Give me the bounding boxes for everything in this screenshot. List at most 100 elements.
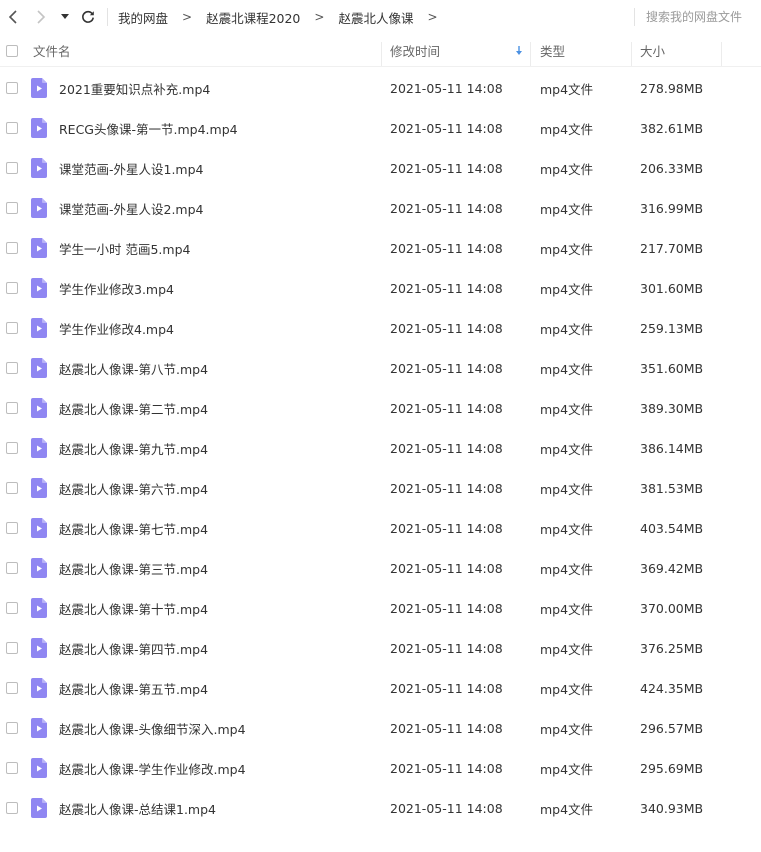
file-name[interactable]: 课堂范画-外星人设1.mp4 — [59, 148, 204, 188]
file-name[interactable]: RECG头像课-第一节.mp4.mp4 — [59, 108, 238, 148]
column-size-header[interactable]: 大小 — [640, 34, 665, 67]
file-size: 376.25MB — [640, 640, 704, 656]
file-name[interactable]: 赵震北人像课-总结课1.mp4 — [59, 788, 216, 828]
row-checkbox[interactable] — [6, 668, 18, 708]
row-checkbox[interactable] — [6, 548, 18, 588]
chevron-left-icon[interactable] — [3, 7, 23, 27]
row-checkbox[interactable] — [6, 708, 18, 748]
file-row[interactable]: 赵震北人像课-总结课1.mp4 2021-05-11 14:08 mp4文件 3… — [0, 788, 761, 828]
file-type: mp4文件 — [540, 241, 594, 257]
column-type-header[interactable]: 类型 — [540, 34, 565, 67]
video-file-icon — [31, 348, 47, 388]
row-checkbox[interactable] — [6, 228, 18, 268]
file-row[interactable]: 课堂范画-外星人设2.mp4 2021-05-11 14:08 mp4文件 31… — [0, 188, 761, 228]
row-checkbox[interactable] — [6, 748, 18, 788]
file-size: 278.98MB — [640, 80, 704, 96]
file-modified-time: 2021-05-11 14:08 — [390, 640, 503, 656]
file-row[interactable]: 赵震北人像课-第三节.mp4 2021-05-11 14:08 mp4文件 36… — [0, 548, 761, 588]
file-size: 370.00MB — [640, 600, 704, 616]
file-type: mp4文件 — [540, 81, 594, 97]
row-checkbox[interactable] — [6, 428, 18, 468]
arrow-down-icon[interactable] — [515, 34, 523, 67]
file-size: 382.61MB — [640, 120, 704, 136]
file-name[interactable]: 课堂范画-外星人设2.mp4 — [59, 188, 204, 228]
file-name[interactable]: 学生作业修改3.mp4 — [59, 268, 174, 308]
row-checkbox[interactable] — [6, 788, 18, 828]
file-row[interactable]: 赵震北人像课-第十节.mp4 2021-05-11 14:08 mp4文件 37… — [0, 588, 761, 628]
breadcrumb-item-root[interactable]: 我的网盘 — [118, 8, 168, 27]
file-row[interactable]: 课堂范画-外星人设1.mp4 2021-05-11 14:08 mp4文件 20… — [0, 148, 761, 188]
file-name[interactable]: 学生一小时 范画5.mp4 — [59, 228, 190, 268]
row-checkbox[interactable] — [6, 508, 18, 548]
file-row[interactable]: 学生一小时 范画5.mp4 2021-05-11 14:08 mp4文件 217… — [0, 228, 761, 268]
file-row[interactable]: 赵震北人像课-第五节.mp4 2021-05-11 14:08 mp4文件 42… — [0, 668, 761, 708]
file-name[interactable]: 赵震北人像课-第八节.mp4 — [59, 348, 208, 388]
row-checkbox[interactable] — [6, 308, 18, 348]
file-name[interactable]: 赵震北人像课-第九节.mp4 — [59, 428, 208, 468]
file-modified-time: 2021-05-11 14:08 — [390, 520, 503, 536]
file-row[interactable]: 赵震北人像课-第九节.mp4 2021-05-11 14:08 mp4文件 38… — [0, 428, 761, 468]
file-name[interactable]: 赵震北人像课-第二节.mp4 — [59, 388, 208, 428]
row-checkbox[interactable] — [6, 268, 18, 308]
file-type: mp4文件 — [540, 521, 594, 537]
file-type: mp4文件 — [540, 681, 594, 697]
row-checkbox[interactable] — [6, 108, 18, 148]
file-name[interactable]: 赵震北人像课-学生作业修改.mp4 — [59, 748, 246, 788]
file-size: 389.30MB — [640, 400, 704, 416]
refresh-icon[interactable] — [78, 7, 98, 27]
file-row[interactable]: 赵震北人像课-第八节.mp4 2021-05-11 14:08 mp4文件 35… — [0, 348, 761, 388]
file-row[interactable]: 赵震北人像课-第四节.mp4 2021-05-11 14:08 mp4文件 37… — [0, 628, 761, 668]
file-row[interactable]: 学生作业修改4.mp4 2021-05-11 14:08 mp4文件 259.1… — [0, 308, 761, 348]
file-modified-time: 2021-05-11 14:08 — [390, 240, 503, 256]
search-divider — [634, 8, 635, 26]
file-row[interactable]: 学生作业修改3.mp4 2021-05-11 14:08 mp4文件 301.6… — [0, 268, 761, 308]
video-file-icon — [31, 388, 47, 428]
row-checkbox[interactable] — [6, 68, 18, 108]
file-name[interactable]: 赵震北人像课-第十节.mp4 — [59, 588, 208, 628]
file-row[interactable]: 赵震北人像课-第七节.mp4 2021-05-11 14:08 mp4文件 40… — [0, 508, 761, 548]
caret-down-icon[interactable] — [57, 7, 73, 27]
row-checkbox[interactable] — [6, 468, 18, 508]
column-name-header[interactable]: 文件名 — [33, 34, 71, 67]
file-name[interactable]: 学生作业修改4.mp4 — [59, 308, 174, 348]
select-all-checkbox[interactable] — [6, 34, 18, 67]
file-size: 295.69MB — [640, 760, 704, 776]
file-name[interactable]: 赵震北人像课-第三节.mp4 — [59, 548, 208, 588]
file-name[interactable]: 赵震北人像课-第四节.mp4 — [59, 628, 208, 668]
file-size: 340.93MB — [640, 800, 704, 816]
row-checkbox[interactable] — [6, 188, 18, 228]
header-divider — [0, 66, 761, 67]
file-row[interactable]: RECG头像课-第一节.mp4.mp4 2021-05-11 14:08 mp4… — [0, 108, 761, 148]
file-type: mp4文件 — [540, 201, 594, 217]
file-modified-time: 2021-05-11 14:08 — [390, 600, 503, 616]
row-checkbox[interactable] — [6, 388, 18, 428]
row-checkbox[interactable] — [6, 148, 18, 188]
search-input[interactable] — [646, 7, 756, 27]
file-type: mp4文件 — [540, 721, 594, 737]
file-modified-time: 2021-05-11 14:08 — [390, 80, 503, 96]
file-name[interactable]: 赵震北人像课-第六节.mp4 — [59, 468, 208, 508]
file-row[interactable]: 2021重要知识点补充.mp4 2021-05-11 14:08 mp4文件 2… — [0, 68, 761, 108]
file-row[interactable]: 赵震北人像课-第六节.mp4 2021-05-11 14:08 mp4文件 38… — [0, 468, 761, 508]
file-name[interactable]: 赵震北人像课-第五节.mp4 — [59, 668, 208, 708]
breadcrumb-item-course[interactable]: 赵震北课程2020 — [206, 8, 300, 27]
file-row[interactable]: 赵震北人像课-第二节.mp4 2021-05-11 14:08 mp4文件 38… — [0, 388, 761, 428]
file-name[interactable]: 赵震北人像课-头像细节深入.mp4 — [59, 708, 246, 748]
video-file-icon — [31, 308, 47, 348]
file-row[interactable]: 赵震北人像课-学生作业修改.mp4 2021-05-11 14:08 mp4文件… — [0, 748, 761, 788]
video-file-icon — [31, 628, 47, 668]
file-row[interactable]: 赵震北人像课-头像细节深入.mp4 2021-05-11 14:08 mp4文件… — [0, 708, 761, 748]
file-browser: 我的网盘 > 赵震北课程2020 > 赵震北人像课 > 文件名 修改时间 类型 … — [0, 0, 761, 852]
file-name[interactable]: 赵震北人像课-第七节.mp4 — [59, 508, 208, 548]
row-checkbox[interactable] — [6, 588, 18, 628]
row-checkbox[interactable] — [6, 628, 18, 668]
file-size: 259.13MB — [640, 320, 704, 336]
file-type: mp4文件 — [540, 441, 594, 457]
breadcrumb-item-current[interactable]: 赵震北人像课 — [338, 8, 413, 27]
chevron-right-icon[interactable] — [31, 7, 51, 27]
row-checkbox[interactable] — [6, 348, 18, 388]
file-size: 217.70MB — [640, 240, 704, 256]
file-name[interactable]: 2021重要知识点补充.mp4 — [59, 68, 210, 108]
file-size: 206.33MB — [640, 160, 704, 176]
column-modified-header[interactable]: 修改时间 — [390, 34, 440, 67]
